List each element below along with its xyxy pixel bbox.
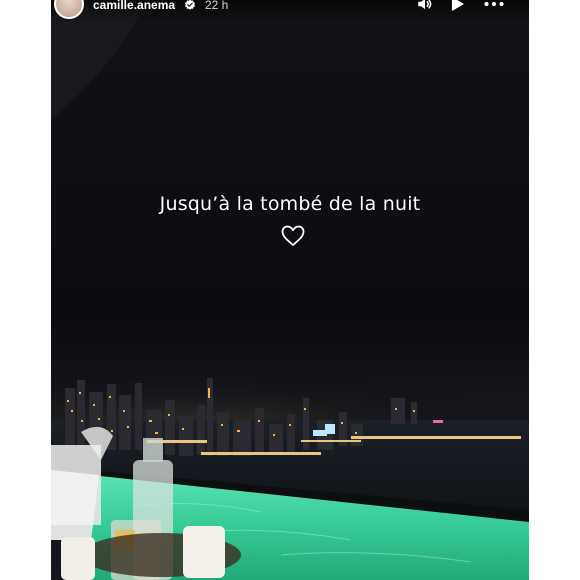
story-viewer[interactable]: camille.anema 22 h Jusqu’à la tombé de l… xyxy=(51,0,529,580)
more-options-icon[interactable] xyxy=(481,0,507,13)
story-header: camille.anema 22 h xyxy=(51,0,529,22)
post-timestamp: 22 h xyxy=(205,0,229,12)
avatar[interactable] xyxy=(54,0,84,19)
play-icon[interactable] xyxy=(447,0,467,13)
verified-badge-icon xyxy=(185,0,195,10)
username[interactable]: camille.anema xyxy=(93,0,175,12)
night-city-photo xyxy=(51,0,529,580)
story-caption: Jusqu’à la tombé de la nuit xyxy=(159,193,421,215)
heart-outline-icon xyxy=(281,225,305,246)
volume-icon[interactable] xyxy=(415,0,435,13)
